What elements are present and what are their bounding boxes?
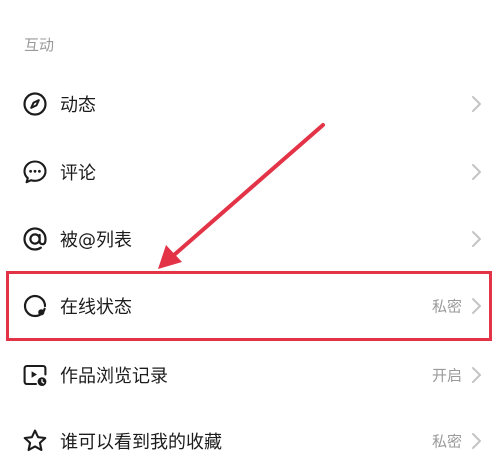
row-value: 私密: [431, 432, 462, 451]
settings-row-comments[interactable]: 评论: [0, 139, 500, 205]
settings-row-mentions[interactable]: 被@列表: [0, 206, 500, 272]
star-icon: [22, 428, 48, 454]
chevron-right-icon: [470, 163, 482, 181]
chevron-right-icon: [470, 230, 482, 248]
row-label: 动态: [60, 95, 96, 116]
chevron-right-icon: [470, 432, 482, 450]
settings-row-dynamics[interactable]: 动态: [0, 71, 500, 137]
row-label: 谁可以看到我的收藏: [60, 432, 222, 453]
at-sign-icon: [22, 226, 48, 252]
compass-icon: [22, 91, 48, 117]
settings-row-favorites-visibility[interactable]: 谁可以看到我的收藏 私密: [0, 408, 500, 474]
row-value: 开启: [431, 366, 462, 385]
row-label: 被@列表: [60, 230, 132, 251]
settings-row-view-history[interactable]: 作品浏览记录 开启: [0, 342, 500, 408]
comment-bubble-icon: [22, 159, 48, 185]
row-label: 作品浏览记录: [60, 366, 168, 387]
section-header: 互动: [24, 36, 55, 54]
chevron-right-icon: [470, 366, 482, 384]
chevron-right-icon: [470, 95, 482, 113]
video-history-icon: [22, 362, 48, 388]
row-label: 评论: [60, 163, 96, 184]
annotation-highlight-box: [6, 271, 492, 341]
